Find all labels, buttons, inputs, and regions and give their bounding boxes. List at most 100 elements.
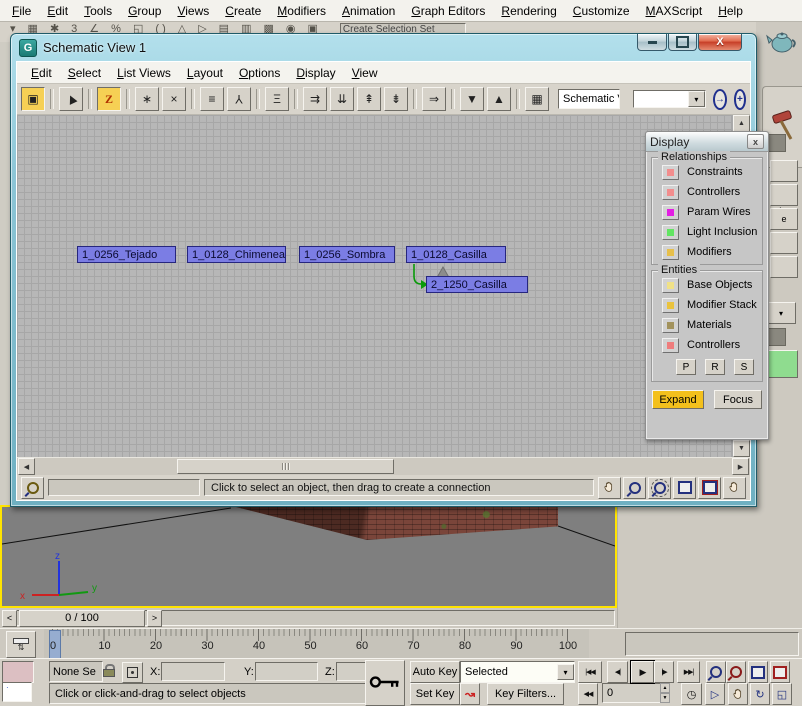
bookmark-next-button[interactable]: → [713, 89, 727, 110]
zoom-button[interactable] [623, 477, 646, 499]
previous-frame-button[interactable]: ◀| [607, 661, 628, 683]
sv-menu-layout[interactable]: Layout [179, 64, 231, 82]
toggle-param-wires-button[interactable] [662, 205, 679, 220]
preferences-button[interactable]: ▦ [525, 87, 549, 111]
time-slider-prev-button[interactable]: < [2, 610, 17, 627]
key-filter-selection-combo[interactable]: Selected ▾ [460, 661, 575, 683]
maximize-button[interactable] [668, 34, 697, 51]
bookmark-combo[interactable]: ▾ [633, 90, 706, 108]
mini-curve-editor-button[interactable]: ⇅ [6, 631, 36, 658]
perspective-viewport[interactable]: z x y [0, 505, 617, 608]
panel-mini-button-2[interactable] [770, 184, 798, 206]
current-frame-field[interactable]: 0 [602, 683, 664, 703]
arrange-children-button[interactable]: ⇉ [303, 87, 327, 111]
menu-rendering[interactable]: Rendering [493, 2, 564, 20]
zoom-extents-selected-button[interactable] [698, 477, 721, 499]
toggle-modifiers-button[interactable] [662, 245, 679, 260]
close-icon[interactable]: x [747, 134, 764, 149]
prs-button-s[interactable]: S [734, 359, 754, 375]
panel-mini-button-4[interactable] [770, 232, 798, 254]
sv-menu-edit[interactable]: Edit [23, 64, 60, 82]
panel-mini-button-3[interactable]: e [770, 208, 798, 230]
node-1-0128-chimenea[interactable]: 1_0128_Chimenea [187, 246, 286, 263]
sv-menu-select[interactable]: Select [60, 64, 109, 82]
menu-group[interactable]: Group [120, 2, 169, 20]
sv-menu-options[interactable]: Options [231, 64, 288, 82]
pan-to-selected-button[interactable] [723, 477, 746, 499]
play-button[interactable]: ▶ [631, 661, 654, 683]
pan-tool-button[interactable]: + [734, 89, 746, 110]
display-floater-titlebar[interactable]: Display x [646, 132, 768, 152]
field-of-view-button[interactable]: ▷ [705, 683, 725, 705]
prs-button-r[interactable]: R [705, 359, 725, 375]
auto-key-button[interactable]: Auto Key [410, 661, 460, 683]
free-selected-button[interactable]: ⇞ [357, 87, 381, 111]
toggle-constraints-button[interactable] [662, 165, 679, 180]
scroll-down-button[interactable]: ▼ [733, 440, 750, 457]
frame-spinner[interactable]: ▲▼ [660, 683, 670, 703]
maximize-viewport-toggle-button[interactable]: ◱ [772, 683, 792, 705]
time-slider[interactable]: < 0 / 100 > [0, 608, 617, 628]
y-coordinate-field[interactable] [255, 662, 318, 681]
teapot-icon[interactable] [766, 26, 798, 59]
expand-selected-button[interactable]: ▼ [460, 87, 484, 111]
minimize-button[interactable] [637, 34, 667, 51]
menu-help[interactable]: Help [710, 2, 751, 20]
sv-menu-list-views[interactable]: List Views [109, 64, 179, 82]
time-configuration-button[interactable]: ◷ [681, 683, 702, 705]
scroll-right-button[interactable]: ▶ [732, 458, 749, 475]
toggle-base-objects-button[interactable] [662, 278, 679, 293]
pan-button[interactable] [598, 477, 621, 499]
menu-file[interactable]: File [4, 2, 39, 20]
node-1-0128-casilla[interactable]: 1_0128_Casilla [406, 246, 506, 263]
panel-dropdown-button[interactable]: ▾ [766, 302, 796, 324]
display-floater-button[interactable]: ▣ [21, 87, 45, 111]
zoom-all-button[interactable] [726, 661, 746, 683]
horizontal-scrollbar[interactable]: ◀ ▶ [17, 457, 750, 475]
selection-lock-icon[interactable] [103, 665, 115, 677]
move-children-button[interactable]: ⇒ [422, 87, 446, 111]
name-search-input[interactable] [48, 479, 200, 496]
track-bar-ruler[interactable]: 0102030405060708090100 [44, 629, 589, 659]
toggle-controllers-button[interactable] [662, 338, 679, 353]
toggle-light-inclusion-button[interactable] [662, 225, 679, 240]
find-icon[interactable] [21, 477, 44, 499]
set-key-mode-button[interactable] [365, 660, 405, 706]
collapse-selected-button[interactable]: ▲ [487, 87, 511, 111]
toggle-materials-button[interactable] [662, 318, 679, 333]
menu-modifiers[interactable]: Modifiers [269, 2, 334, 20]
go-to-end-button[interactable]: ▶▶| [677, 661, 700, 683]
time-slider-next-button[interactable]: > [147, 610, 162, 627]
zoom-extents-button[interactable] [673, 477, 696, 499]
node-2-1250-casilla[interactable]: 2_1250_Casilla [426, 276, 528, 293]
menu-animation[interactable]: Animation [334, 2, 403, 20]
delete-objects-button[interactable]: × [162, 87, 186, 111]
zoom-extents-button[interactable] [748, 661, 768, 683]
node-1-0256-tejado[interactable]: 1_0256_Tejado [77, 246, 176, 263]
expand-button[interactable]: Expand [652, 390, 704, 409]
scroll-left-button[interactable]: ◀ [18, 458, 35, 475]
select-button[interactable]: ▶ [59, 87, 83, 111]
menu-maxscript[interactable]: MAXScript [638, 2, 711, 20]
zoom-extents-all-button[interactable] [770, 661, 790, 683]
go-to-start-button[interactable]: |◀◀ [578, 661, 602, 683]
menu-edit[interactable]: Edit [39, 2, 76, 20]
menu-views[interactable]: Views [169, 2, 217, 20]
close-button[interactable]: X [698, 34, 742, 51]
set-key-button[interactable]: Set Key [410, 683, 460, 705]
chevron-down-icon[interactable]: ▾ [688, 91, 705, 107]
menu-tools[interactable]: Tools [76, 2, 120, 20]
zoom-button[interactable] [706, 661, 726, 683]
toggle-controllers-button[interactable] [662, 185, 679, 200]
chevron-down-icon[interactable]: ▾ [557, 664, 574, 680]
focus-button[interactable]: Focus [714, 390, 762, 409]
display-floater[interactable]: Display x Relationships ConstraintsContr… [645, 131, 769, 440]
sv-menu-display[interactable]: Display [288, 64, 343, 82]
scroll-up-button[interactable]: ▲ [733, 115, 750, 132]
arrange-selected-button[interactable]: ⇊ [330, 87, 354, 111]
toggle-modifier-stack-button[interactable] [662, 298, 679, 313]
time-slider-handle[interactable]: 0 / 100 [19, 610, 145, 627]
schematic-canvas[interactable]: 1_0256_Tejado1_0128_Chimenea1_0256_Sombr… [17, 115, 732, 457]
panel-color-swatch-green[interactable] [768, 350, 798, 378]
key-mode-toggle-button[interactable]: ◀◀ [578, 683, 598, 705]
